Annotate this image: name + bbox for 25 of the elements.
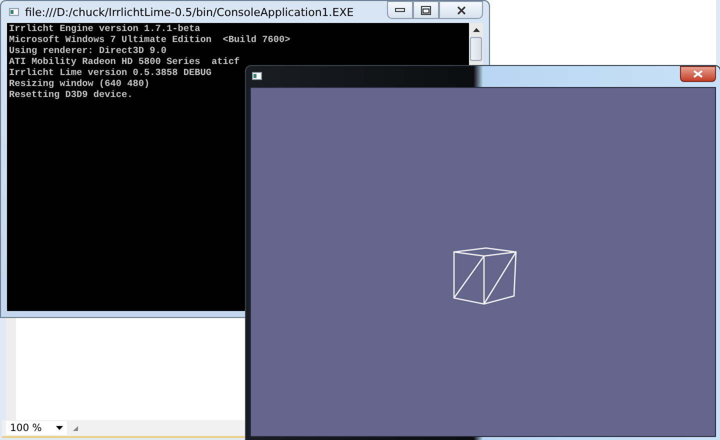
zoom-dropdown[interactable]: 100 % — [6, 421, 67, 435]
close-icon — [456, 6, 466, 14]
console-line: Irrlicht Lime version 0.5.3858 DEBUG — [9, 67, 212, 78]
window-title: file:///D:/chuck/IrrlichtLime-0.5/bin/ConsoleApplication1.EXE — [25, 6, 354, 18]
minimize-icon — [395, 8, 405, 12]
maximize-button[interactable] — [413, 1, 439, 19]
caret-icon — [56, 426, 63, 430]
console-line: Using renderer: Direct3D 9.0 — [9, 45, 167, 56]
resize-icon — [72, 426, 78, 430]
maximize-icon — [421, 6, 431, 14]
console-line: Resizing window (640 480) — [9, 78, 150, 89]
close-button[interactable] — [439, 1, 483, 19]
console-line: Irrlicht Engine version 1.7.1-beta — [9, 23, 200, 34]
console-line: Microsoft Windows 7 Ultimate Edition <Build 7600> — [9, 34, 290, 45]
close-button[interactable] — [680, 66, 716, 82]
console-line: Resetting D3D9 device. — [9, 89, 133, 100]
scrollbar[interactable] — [469, 23, 483, 65]
console-line: ATI Mobility Radeon HD 5800 Series aticf — [9, 56, 240, 67]
cube-drawing — [453, 247, 517, 305]
scroll-thumb[interactable] — [470, 37, 482, 61]
app-icon — [252, 72, 262, 80]
close-icon — [693, 70, 703, 78]
scroll-up-icon — [472, 28, 480, 32]
app-icon — [9, 8, 19, 16]
minimize-button[interactable] — [387, 1, 413, 19]
